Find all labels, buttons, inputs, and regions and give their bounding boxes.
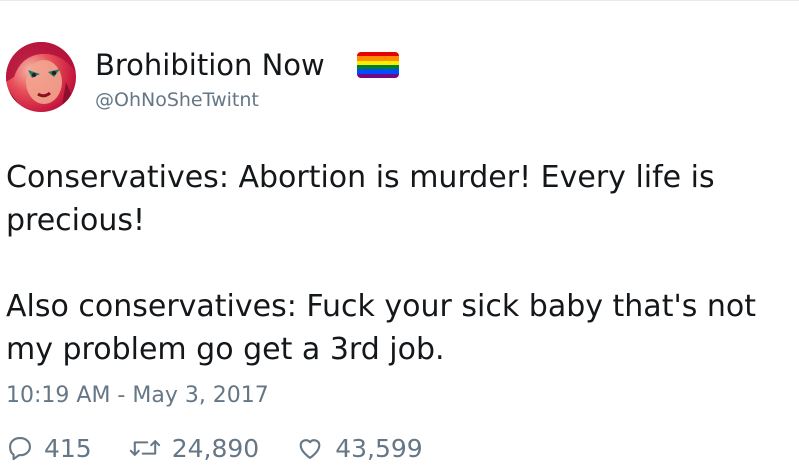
rainbow-flag-icon	[357, 52, 399, 78]
retweet-icon	[129, 440, 160, 456]
tweet-paragraph: Also conservatives: Fuck your sick baby …	[6, 289, 756, 367]
heart-icon	[299, 439, 321, 459]
display-name[interactable]: Brohibition Now	[95, 47, 325, 83]
user-handle[interactable]: @OhNoSheTwitnt	[95, 88, 259, 112]
tweet-paragraph: Conservatives: Abortion is murder! Every…	[6, 160, 715, 238]
tweet-text: Conservatives: Abortion is murder! Every…	[6, 156, 796, 371]
avatar-illustration	[6, 42, 76, 112]
tweet-actions: 415 24,890 43,599	[6, 430, 459, 466]
reply-button[interactable]: 415	[6, 434, 92, 463]
retweet-count: 24,890	[171, 433, 260, 463]
like-count: 43,599	[335, 433, 423, 463]
tweet-timestamp[interactable]: 10:19 AM - May 3, 2017	[6, 382, 269, 410]
reply-count: 415	[44, 433, 92, 463]
reply-icon	[9, 437, 31, 461]
retweet-button[interactable]: 24,890	[128, 434, 259, 463]
avatar[interactable]	[6, 42, 76, 112]
like-button[interactable]: 43,599	[295, 433, 423, 463]
top-divider	[0, 0, 799, 1]
